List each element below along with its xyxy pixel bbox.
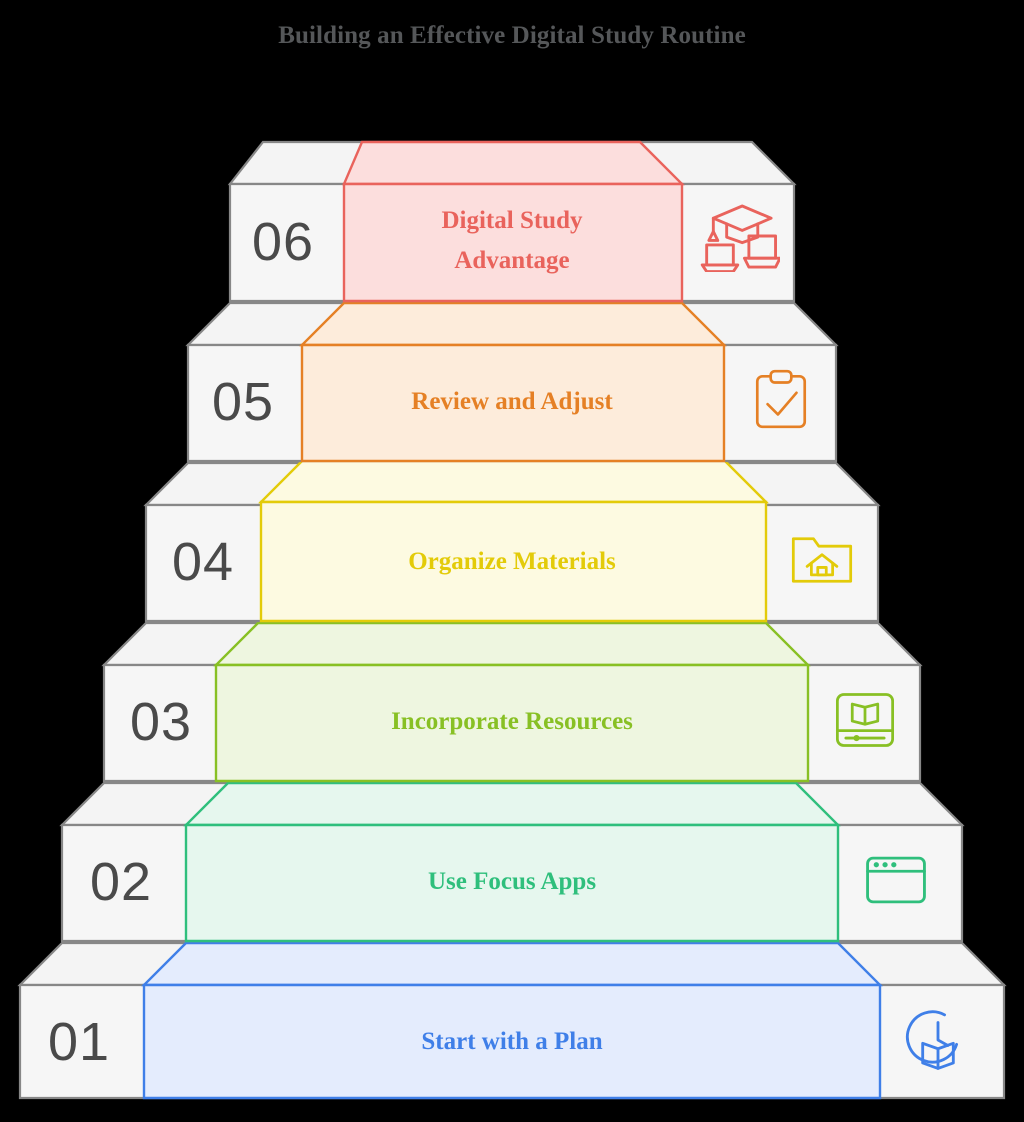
step-03-number: 03 <box>130 692 192 752</box>
step-05-number: 05 <box>212 372 274 432</box>
step-02[interactable]: 02 Use Focus Apps <box>59 781 965 943</box>
step-02-panel-top <box>183 781 841 827</box>
step-03-panel-top <box>213 621 811 667</box>
step-06-label-line1: Digital Study <box>441 207 583 234</box>
step-05[interactable]: 05 Review and Adjust <box>185 301 839 463</box>
step-02-number: 02 <box>90 852 152 912</box>
step-04-panel-top <box>258 458 769 504</box>
step-01-number: 01 <box>48 1012 110 1072</box>
step-06-number: 06 <box>252 212 314 272</box>
step-01-panel-top <box>141 941 883 987</box>
step-01[interactable]: 01 Start with a Plan <box>17 941 1007 1100</box>
step-04-number: 04 <box>172 532 234 592</box>
step-02-label: Use Focus Apps <box>428 868 596 895</box>
step-04[interactable]: 04 Organize Materials <box>143 458 881 623</box>
step-05-label: Review and Adjust <box>411 388 613 415</box>
step-06-label-line2: Advantage <box>454 247 569 274</box>
step-06-panel-front <box>342 182 684 303</box>
step-06[interactable]: 06 Digital Study Advantage <box>227 140 797 303</box>
step-01-label: Start with a Plan <box>421 1028 602 1055</box>
infographic-canvas: Building an Effective Digital Study Rout… <box>0 0 1024 1122</box>
step-05-panel-top <box>299 301 727 347</box>
step-03[interactable]: 03 Incorporate Resources <box>101 621 923 783</box>
step-06-panel-top <box>342 140 685 186</box>
staircase-diagram: 01 Start with a Plan 02 Use Focus Apps 0… <box>17 140 1007 1100</box>
step-04-label: Organize Materials <box>408 548 616 575</box>
step-03-label: Incorporate Resources <box>391 708 633 735</box>
